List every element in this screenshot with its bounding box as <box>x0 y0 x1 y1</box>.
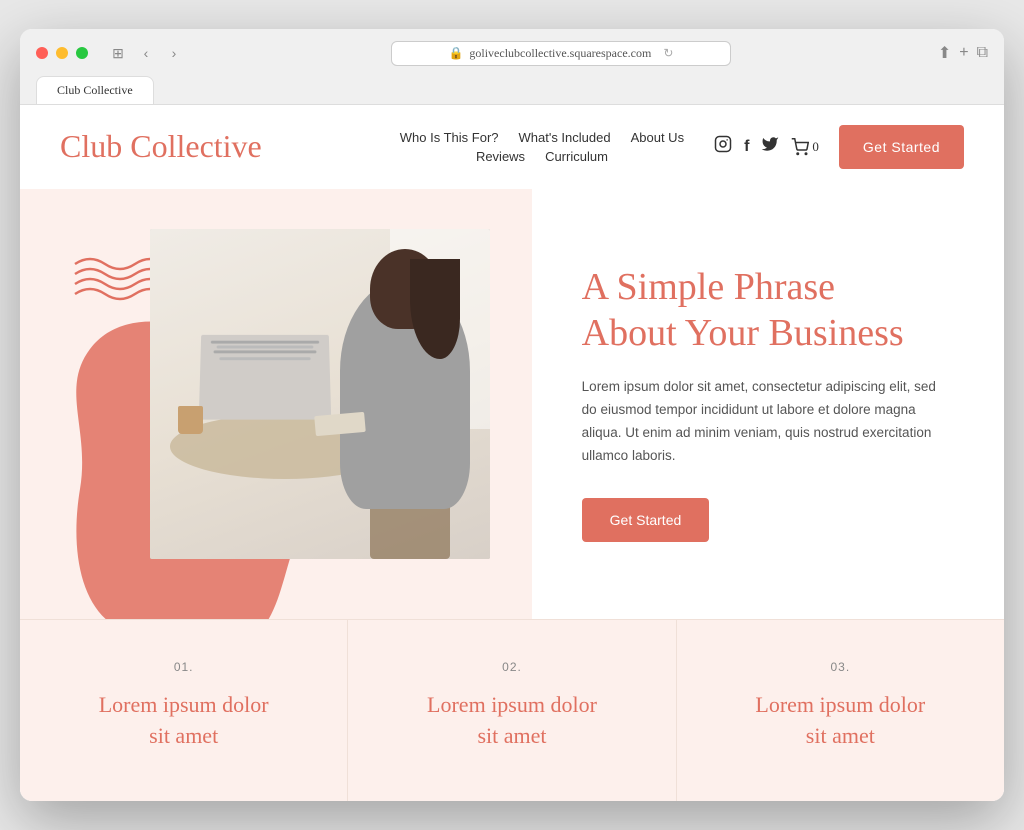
nav-row-1: Who Is This For? What's Included About U… <box>400 130 684 145</box>
address-bar-container: 🔒 goliveclubcollective.squarespace.com ↻ <box>208 41 914 66</box>
hero-photo <box>150 229 490 559</box>
social-icons: f 0 <box>714 135 819 158</box>
tabs-button[interactable]: ⧉ <box>977 44 988 62</box>
feature-2-title-line1: Lorem ipsum dolor <box>427 692 597 717</box>
nav-row-2: Reviews Curriculum <box>476 149 608 164</box>
hero-section: A Simple Phrase About Your Business Lore… <box>20 189 1004 619</box>
active-tab[interactable]: Club Collective <box>36 76 154 104</box>
cart-count: 0 <box>812 139 819 155</box>
browser-nav: ⊞ ‹ › <box>108 43 184 63</box>
share-button[interactable]: ⬆ <box>938 43 951 63</box>
browser-window: ⊞ ‹ › 🔒 goliveclubcollective.squarespace… <box>20 29 1004 802</box>
hero-left-panel <box>20 189 532 619</box>
website-content: Club Collective Who Is This For? What's … <box>20 105 1004 802</box>
header-get-started-button[interactable]: Get Started <box>839 125 964 169</box>
tab-bar: Club Collective <box>36 76 988 104</box>
browser-chrome: ⊞ ‹ › 🔒 goliveclubcollective.squarespace… <box>20 29 1004 105</box>
nav-curriculum[interactable]: Curriculum <box>545 149 608 164</box>
feature-2-number: 02. <box>398 660 625 674</box>
close-dot[interactable] <box>36 47 48 59</box>
nav-about-us[interactable]: About Us <box>631 130 684 145</box>
feature-card-2: 02. Lorem ipsum dolor sit amet <box>348 620 676 802</box>
feature-1-title-line2: sit amet <box>149 723 218 748</box>
hero-heading: A Simple Phrase About Your Business <box>582 265 954 356</box>
url-text: goliveclubcollective.squarespace.com <box>469 46 651 61</box>
address-bar[interactable]: 🔒 goliveclubcollective.squarespace.com ↻ <box>391 41 731 66</box>
maximize-dot[interactable] <box>76 47 88 59</box>
hero-image <box>150 229 490 559</box>
forward-button[interactable]: › <box>164 43 184 63</box>
feature-2-title-line2: sit amet <box>477 723 546 748</box>
site-nav: Who Is This For? What's Included About U… <box>400 130 684 164</box>
hero-heading-line1: A Simple Phrase <box>582 266 835 308</box>
browser-actions: ⬆ + ⧉ <box>938 43 988 63</box>
back-button[interactable]: ‹ <box>136 43 156 63</box>
hero-heading-line2: About Your Business <box>582 312 904 354</box>
twitter-icon[interactable] <box>761 135 779 158</box>
new-tab-button[interactable]: + <box>959 44 968 62</box>
feature-3-title-line1: Lorem ipsum dolor <box>755 692 925 717</box>
nav-whats-included[interactable]: What's Included <box>519 130 611 145</box>
site-header: Club Collective Who Is This For? What's … <box>20 105 1004 189</box>
feature-3-title: Lorem ipsum dolor sit amet <box>727 690 954 752</box>
feature-3-number: 03. <box>727 660 954 674</box>
feature-2-title: Lorem ipsum dolor sit amet <box>398 690 625 752</box>
feature-3-title-line2: sit amet <box>806 723 875 748</box>
refresh-icon[interactable]: ↻ <box>663 46 673 61</box>
features-section: 01. Lorem ipsum dolor sit amet 02. Lorem… <box>20 619 1004 802</box>
minimize-dot[interactable] <box>56 47 68 59</box>
feature-card-1: 01. Lorem ipsum dolor sit amet <box>20 620 348 802</box>
sidebar-toggle-button[interactable]: ⊞ <box>108 43 128 63</box>
hero-body-text: Lorem ipsum dolor sit amet, consectetur … <box>582 376 954 468</box>
site-logo[interactable]: Club Collective <box>60 128 262 165</box>
nav-reviews[interactable]: Reviews <box>476 149 525 164</box>
feature-card-3: 03. Lorem ipsum dolor sit amet <box>677 620 1004 802</box>
facebook-icon[interactable]: f <box>744 138 749 156</box>
browser-controls: ⊞ ‹ › 🔒 goliveclubcollective.squarespace… <box>36 41 988 66</box>
tab-title: Club Collective <box>57 83 133 97</box>
nav-who-is-this-for[interactable]: Who Is This For? <box>400 130 499 145</box>
feature-1-title: Lorem ipsum dolor sit amet <box>70 690 297 752</box>
hero-right-panel: A Simple Phrase About Your Business Lore… <box>532 189 1004 619</box>
lock-icon: 🔒 <box>448 46 463 61</box>
feature-1-number: 01. <box>70 660 297 674</box>
feature-1-title-line1: Lorem ipsum dolor <box>99 692 269 717</box>
instagram-icon[interactable] <box>714 135 732 158</box>
cart-icon[interactable]: 0 <box>791 138 819 156</box>
hero-cta-button[interactable]: Get Started <box>582 498 710 542</box>
